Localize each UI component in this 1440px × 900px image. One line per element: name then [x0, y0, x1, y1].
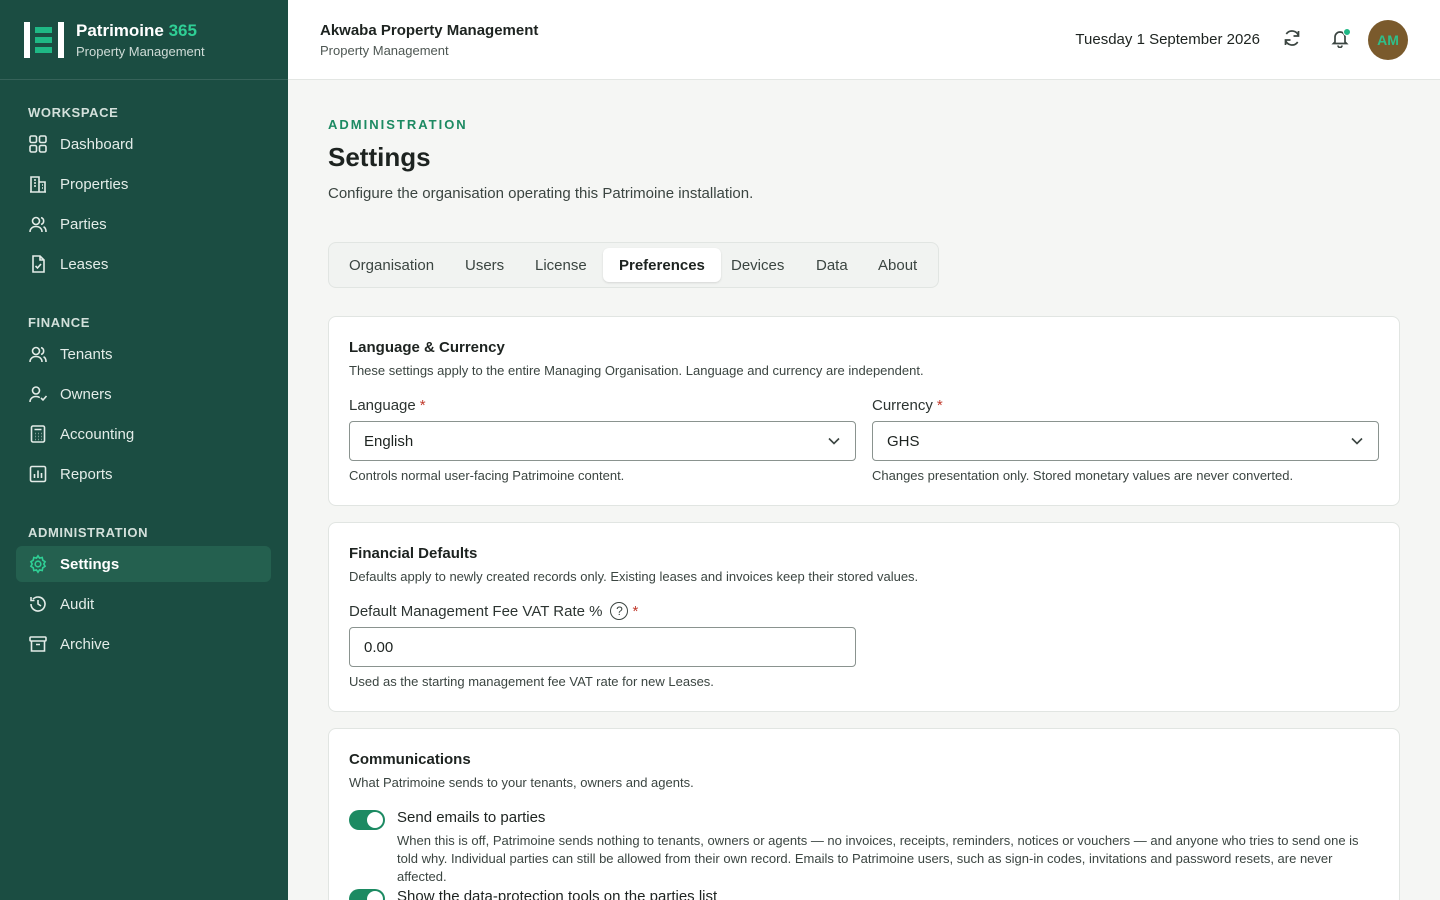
document-icon [28, 254, 48, 274]
sidebar-item-leases[interactable]: Leases [16, 246, 271, 282]
data-protection-toggle[interactable] [349, 889, 385, 900]
sidebar-item-reports[interactable]: Reports [16, 456, 271, 492]
building-icon [28, 174, 48, 194]
vat-rate-hint: Used as the starting management fee VAT … [349, 674, 714, 689]
tab-devices[interactable]: Devices [715, 248, 800, 282]
tab-data[interactable]: Data [800, 248, 864, 282]
dashboard-icon [28, 134, 48, 154]
sidebar-item-dashboard[interactable]: Dashboard [16, 126, 271, 162]
sidebar-item-owners[interactable]: Owners [16, 376, 271, 412]
current-date: Tuesday 1 September 2026 [1075, 31, 1260, 48]
card-title: Financial Defaults [349, 545, 478, 562]
sidebar-item-audit[interactable]: Audit [16, 586, 271, 622]
card-description: What Patrimoine sends to your tenants, o… [349, 775, 694, 790]
toggle-knob [367, 891, 383, 900]
tab-preferences[interactable]: Preferences [603, 248, 721, 282]
toggle-knob [367, 812, 383, 828]
required-mark: * [632, 602, 639, 620]
sidebar-item-properties[interactable]: Properties [16, 166, 271, 202]
nav-section-finance: FINANCE [28, 315, 90, 330]
sidebar-item-label: Leases [60, 255, 109, 273]
sidebar-item-parties[interactable]: Parties [16, 206, 271, 242]
card-description: Defaults apply to newly created records … [349, 569, 919, 584]
tab-users[interactable]: Users [449, 248, 520, 282]
card-title: Communications [349, 751, 471, 768]
top-header: Akwaba Property Management Property Mana… [288, 0, 1440, 80]
currency-label: Currency * [872, 397, 943, 414]
avatar[interactable]: AM [1368, 20, 1408, 60]
sidebar-item-label: Properties [60, 175, 129, 193]
brand-logo-icon [24, 20, 64, 60]
sidebar-item-label: Audit [60, 595, 95, 613]
user-check-icon [28, 384, 48, 404]
language-currency-card: Language & Currency These settings apply… [328, 316, 1400, 506]
sidebar-item-accounting[interactable]: Accounting [16, 416, 271, 452]
refresh-button[interactable] [1280, 28, 1304, 52]
communications-card: Communications What Patrimoine sends to … [328, 728, 1400, 900]
sidebar-item-label: Reports [60, 465, 113, 483]
sidebar-item-label: Owners [60, 385, 112, 403]
gear-icon [28, 554, 48, 574]
page-title: Settings [328, 142, 431, 172]
help-icon[interactable]: ? [610, 602, 629, 620]
notifications-button[interactable] [1328, 28, 1352, 52]
settings-tabs: Organisation Users License Preferences D… [328, 242, 939, 288]
sidebar-item-label: Accounting [60, 425, 135, 443]
sidebar-item-settings[interactable]: Settings [16, 546, 271, 582]
sidebar-item-label: Tenants [60, 345, 113, 363]
sidebar-item-label: Dashboard [60, 135, 134, 153]
tab-about[interactable]: About [862, 248, 933, 282]
nav-section-workspace: WORKSPACE [28, 105, 119, 120]
users-icon [28, 214, 48, 234]
page-kicker: ADMINISTRATION [328, 117, 468, 132]
chevron-down-icon [827, 434, 841, 452]
required-mark: * [419, 397, 426, 414]
users-icon [28, 344, 48, 364]
currency-select-value: GHS [887, 432, 920, 450]
chart-icon [28, 464, 48, 484]
chevron-down-icon [1350, 434, 1364, 452]
sidebar: Patrimoine 365 Property Management WORKS… [0, 0, 288, 900]
required-mark: * [936, 397, 943, 414]
vat-rate-input[interactable]: 0.00 [349, 627, 856, 667]
card-description: These settings apply to the entire Manag… [349, 363, 924, 378]
brand-subtitle: Property Management [76, 43, 205, 59]
organisation-name: Akwaba Property Management [320, 22, 539, 39]
archive-icon [28, 634, 48, 654]
sidebar-item-label: Archive [60, 635, 111, 653]
card-title: Language & Currency [349, 339, 505, 356]
financial-defaults-card: Financial Defaults Defaults apply to new… [328, 522, 1400, 712]
refresh-icon [1282, 28, 1302, 53]
tab-organisation[interactable]: Organisation [333, 248, 450, 282]
data-protection-label: Show the data-protection tools on the pa… [397, 888, 718, 900]
currency-select[interactable]: GHS [872, 421, 1379, 461]
vat-rate-label: Default Management Fee VAT Rate % ? * [349, 602, 639, 620]
nav-section-administration: ADMINISTRATION [28, 525, 149, 540]
sidebar-item-label: Settings [60, 555, 120, 573]
send-emails-description: When this is off, Patrimoine sends nothi… [397, 833, 1359, 884]
send-emails-label: Send emails to parties [397, 809, 546, 826]
language-label: Language * [349, 397, 426, 414]
sidebar-item-tenants[interactable]: Tenants [16, 336, 271, 372]
sidebar-item-archive[interactable]: Archive [16, 626, 271, 662]
page-description: Configure the organisation operating thi… [328, 185, 754, 202]
language-hint: Controls normal user-facing Patrimoine c… [349, 468, 625, 483]
language-select[interactable]: English [349, 421, 856, 461]
currency-hint: Changes presentation only. Stored moneta… [872, 468, 1294, 483]
history-icon [28, 594, 48, 614]
send-emails-toggle[interactable] [349, 810, 385, 830]
brand-name: Patrimoine 365 [76, 20, 197, 40]
calculator-icon [28, 424, 48, 444]
notification-dot [1343, 28, 1351, 36]
sidebar-item-label: Parties [60, 215, 107, 233]
organisation-subtitle: Property Management [320, 43, 449, 58]
language-select-value: English [364, 432, 414, 450]
brand[interactable]: Patrimoine 365 Property Management [0, 0, 288, 80]
tab-license[interactable]: License [519, 248, 603, 282]
